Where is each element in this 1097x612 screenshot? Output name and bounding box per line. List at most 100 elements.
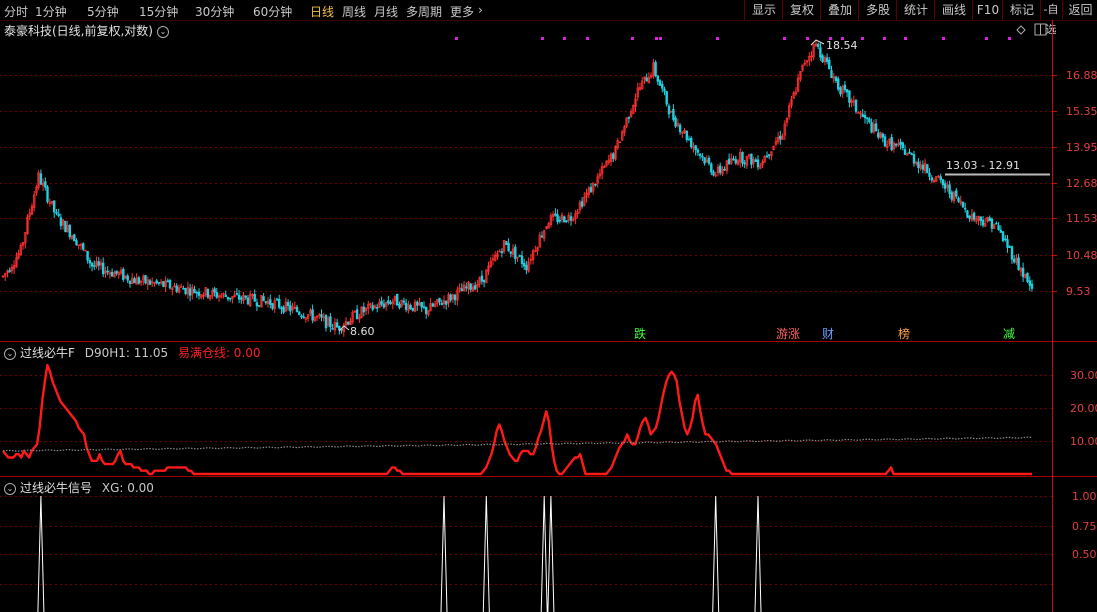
event-label-rise[interactable]: 游涨: [776, 326, 800, 341]
candle-body: [155, 280, 158, 283]
overlay-button[interactable]: 叠加: [820, 0, 859, 20]
candle-body: [832, 76, 836, 79]
ind2-tick: 0.75: [1072, 520, 1097, 533]
mark-button[interactable]: 标记: [1002, 0, 1041, 20]
candle-body: [747, 154, 751, 157]
candle-body: [906, 153, 909, 156]
candle-body: [229, 297, 232, 300]
event-label-reduce[interactable]: 减: [1003, 327, 1015, 341]
candle-body: [529, 258, 533, 261]
candle-body: [297, 311, 301, 315]
period-tab-intraday[interactable]: 分时: [4, 3, 28, 20]
indicator1-name[interactable]: 过线必牛F: [20, 346, 75, 360]
period-tab-more[interactable]: 更多: [450, 3, 474, 20]
candle-body: [959, 200, 962, 204]
candle-body: [360, 306, 363, 318]
candle-body: [220, 295, 223, 298]
candle-body: [166, 280, 169, 283]
signal-dot: [985, 37, 988, 40]
display-button[interactable]: 显示: [744, 0, 783, 20]
candle-body: [502, 240, 506, 252]
candle-body: [977, 215, 980, 221]
candle-body: [175, 285, 178, 292]
back-button[interactable]: 返回: [1062, 0, 1097, 20]
candle-body: [908, 151, 911, 154]
split-icon[interactable]: [1034, 23, 1047, 36]
candle-body: [476, 283, 479, 288]
candle-body: [82, 243, 85, 250]
chart-canvas[interactable]: 16.88 15.35 13.95 12.68 11.53 10.48 9.53…: [0, 0, 1097, 612]
candle-body: [373, 305, 377, 309]
period-tab-30min[interactable]: 30分钟: [195, 3, 234, 20]
period-tab-5min[interactable]: 5分钟: [87, 3, 119, 20]
period-tab-1min[interactable]: 1分钟: [35, 3, 67, 20]
candle-body: [618, 141, 622, 143]
candle-body: [928, 172, 931, 177]
multi-stock-button[interactable]: 多股: [858, 0, 897, 20]
chevron-down-icon[interactable]: ⌄: [157, 25, 169, 38]
candle-body: [364, 307, 368, 312]
period-tab-15min[interactable]: 15分钟: [139, 3, 178, 20]
candle-body: [478, 277, 481, 285]
remove-watchlist-button[interactable]: -自选: [1040, 0, 1061, 36]
candle-body: [551, 214, 555, 218]
adjust-button[interactable]: 复权: [782, 0, 821, 20]
candle-body: [44, 181, 47, 188]
candle-body: [75, 240, 78, 246]
diamond-icon[interactable]: [1016, 25, 1026, 35]
candle-body: [335, 322, 339, 328]
period-tab-60min[interactable]: 60分钟: [253, 3, 292, 20]
more-arrow-icon[interactable]: ›: [478, 3, 483, 17]
candle-body: [264, 301, 267, 303]
candle-body: [574, 213, 577, 220]
period-tab-daily[interactable]: 日线: [310, 3, 334, 20]
candle-body: [745, 156, 749, 166]
candle-body: [1010, 246, 1014, 260]
candle-body: [830, 70, 833, 79]
candle-body: [556, 214, 559, 223]
indicator2-name[interactable]: 过线必牛信号: [20, 481, 92, 495]
candle-body: [413, 301, 417, 312]
candle-body: [634, 98, 637, 107]
indicator2-collapse-icon[interactable]: ⌄: [4, 482, 16, 495]
candle-body: [834, 76, 838, 82]
period-tab-weekly[interactable]: 周线: [342, 3, 366, 20]
candle-body: [986, 217, 989, 222]
candle-body: [215, 292, 218, 298]
period-tab-multi[interactable]: 多周期: [406, 3, 442, 20]
candle-body: [934, 176, 938, 182]
candle-body: [173, 285, 176, 288]
candle-body: [496, 253, 499, 257]
candle-body: [799, 71, 802, 80]
price-tick: 13.95: [1066, 141, 1097, 154]
event-label-fall[interactable]: 跌: [634, 326, 646, 341]
candle-body: [981, 219, 985, 226]
signal-dot: [1008, 37, 1011, 40]
candle-body: [805, 60, 809, 63]
candle-body: [8, 270, 11, 272]
candle-body: [77, 244, 80, 246]
period-tab-monthly[interactable]: 月线: [374, 3, 398, 20]
candle-body: [681, 132, 684, 134]
candle-body: [37, 172, 40, 188]
draw-line-button[interactable]: 画线: [934, 0, 973, 20]
candle-body: [738, 152, 742, 163]
low-leader-line: [338, 325, 350, 332]
candle-body: [182, 287, 185, 290]
candle-body: [371, 305, 374, 310]
indicator1-collapse-icon[interactable]: ⌄: [4, 347, 16, 360]
candle-body: [683, 130, 686, 134]
candle-body: [894, 144, 898, 146]
stats-button[interactable]: 统计: [896, 0, 935, 20]
candle-body: [471, 286, 475, 292]
event-label-rank[interactable]: 榜: [898, 326, 910, 341]
candle-body: [55, 212, 58, 214]
candle-body: [569, 216, 573, 221]
candle-body: [349, 320, 352, 326]
event-label-finance[interactable]: 财: [822, 327, 834, 341]
candle-body: [578, 202, 582, 211]
candle-body: [509, 251, 512, 254]
candle-body: [872, 124, 876, 133]
candle-body: [1021, 267, 1025, 278]
f10-button[interactable]: F10: [972, 0, 1003, 20]
